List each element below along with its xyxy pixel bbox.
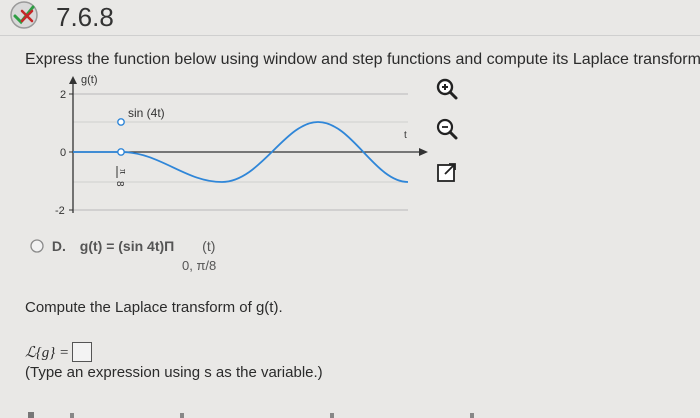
x-axis-arrow-icon	[419, 148, 428, 156]
option-subscript: 0, π/8	[182, 258, 217, 273]
curve-open-dot-axis	[117, 148, 125, 156]
question-text: Compute the Laplace transform of g(t).	[25, 299, 283, 316]
open-window-button[interactable]	[434, 159, 460, 185]
x-tick-numerator: π	[117, 169, 128, 174]
x-tick-denominator: 8	[114, 181, 125, 187]
y-tick-label-2: 2	[60, 89, 66, 101]
answer-row: ℒ{g} =	[25, 342, 93, 362]
curve-label: sin (4t)	[128, 106, 165, 120]
curve-open-dot-top	[117, 118, 125, 126]
zoom-in-icon	[436, 78, 458, 100]
zoom-in-button[interactable]	[434, 76, 460, 102]
cropped-next-line	[28, 412, 474, 418]
option-letter: D.	[51, 238, 66, 254]
x-axis-label: t	[404, 130, 407, 141]
y-axis-label: g(t)	[81, 74, 98, 86]
option-expression: g(t) = (sin 4t)Π	[79, 238, 175, 254]
y-tick-label-0: 0	[60, 147, 66, 159]
y-axis-arrow-icon	[69, 76, 77, 84]
curve-fill-segment	[121, 122, 200, 152]
radio-icon	[30, 239, 44, 253]
zoom-out-button[interactable]	[434, 116, 460, 142]
hint-text: (Type an expression using s as the varia…	[25, 364, 323, 381]
zoom-out-icon	[436, 118, 458, 140]
graph: g(t) 2 0 -2 t π 8 sin (4t)	[55, 74, 428, 217]
open-window-icon	[437, 163, 456, 182]
answer-option-d[interactable]: D. g(t) = (sin 4t)Π (t) 0, π/8	[30, 238, 216, 273]
y-tick-label-neg2: -2	[55, 205, 65, 217]
answer-input[interactable]	[72, 342, 93, 362]
option-argument: (t)	[202, 238, 216, 254]
laplace-lhs: ℒ{g} =	[25, 344, 70, 361]
